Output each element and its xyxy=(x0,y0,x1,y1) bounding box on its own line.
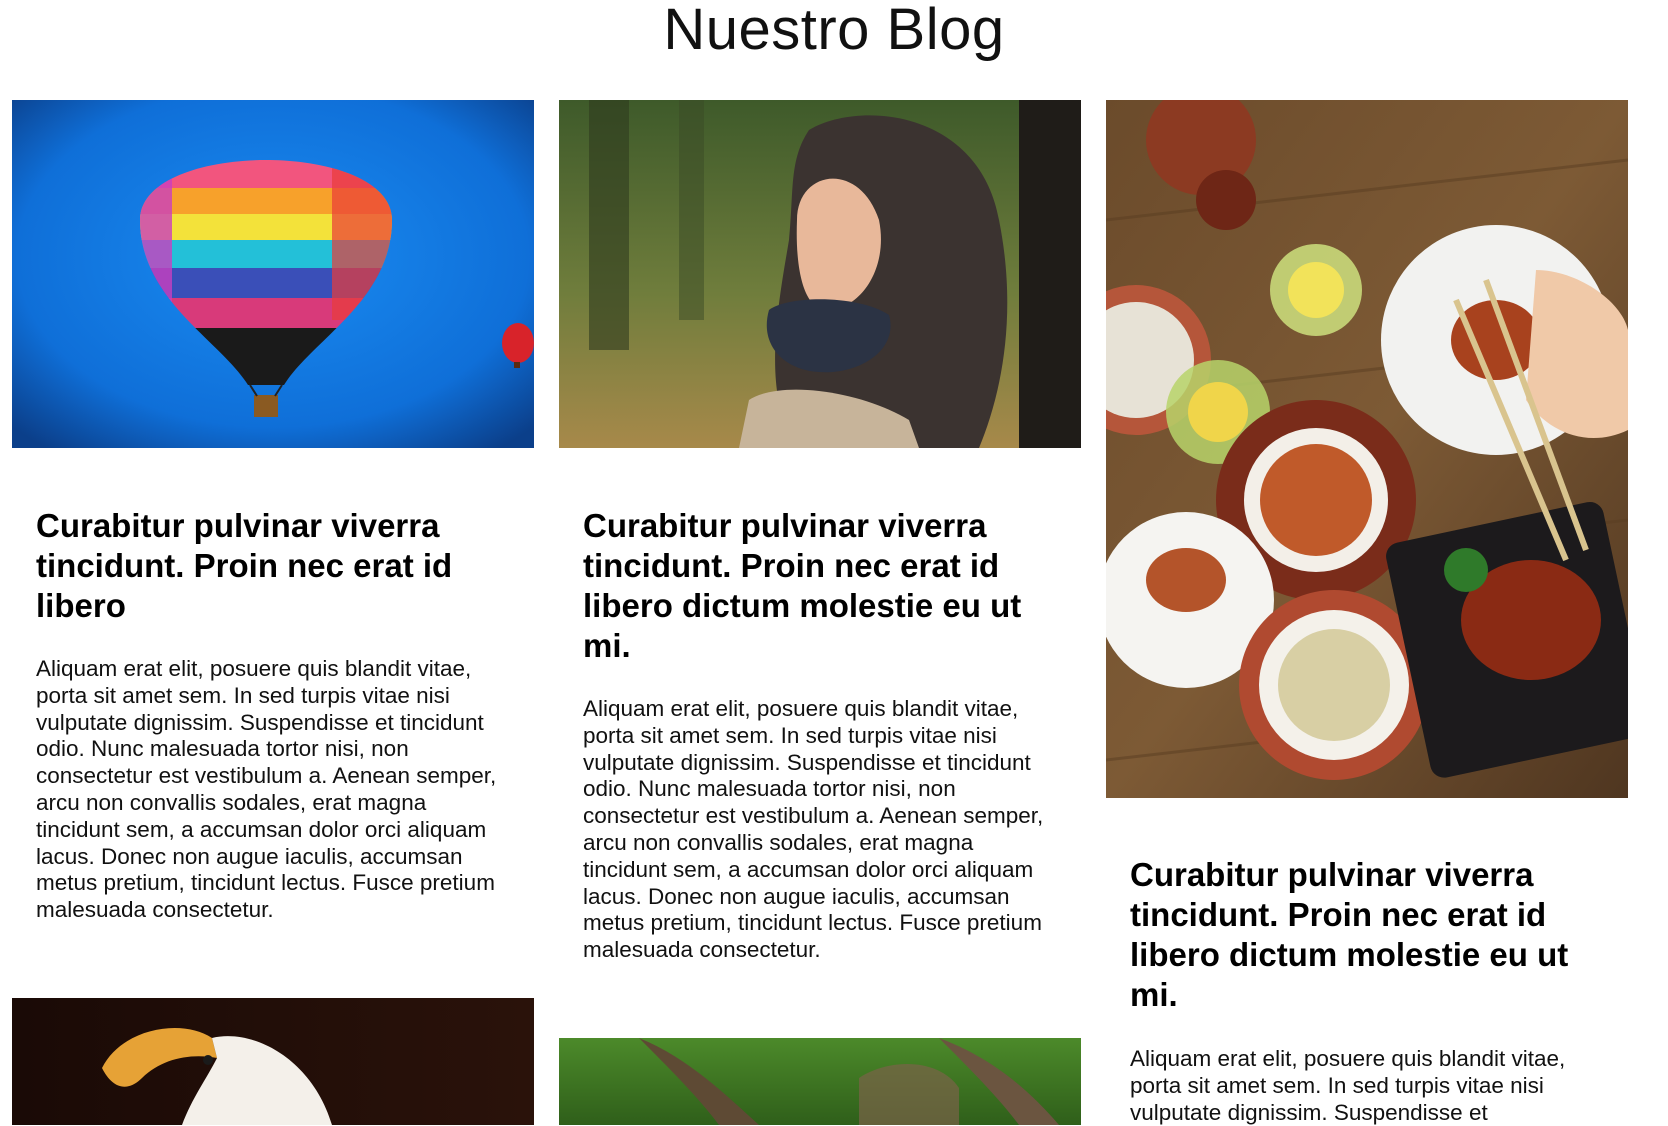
woman-portrait-image[interactable] xyxy=(559,100,1081,448)
owl-image[interactable] xyxy=(559,1038,1081,1125)
eagle-image[interactable] xyxy=(12,998,534,1125)
post-title[interactable]: Curabitur pulvinar viverra tincidunt. Pr… xyxy=(36,506,510,626)
post-title[interactable]: Curabitur pulvinar viverra tincidunt. Pr… xyxy=(583,506,1057,666)
post-title[interactable]: Curabitur pulvinar viverra tincidunt. Pr… xyxy=(1130,855,1604,1015)
post-excerpt: Aliquam erat elit, posuere quis blandit … xyxy=(583,696,1044,963)
food-table-image[interactable] xyxy=(1106,100,1628,798)
post-excerpt: Aliquam erat elit, posuere quis blandit … xyxy=(1130,1046,1566,1125)
blog-grid: Curabitur pulvinar viverra tincidunt. Pr… xyxy=(0,0,1668,1125)
post-excerpt: Aliquam erat elit, posuere quis blandit … xyxy=(36,656,497,923)
hot-air-balloon-image[interactable] xyxy=(12,100,534,448)
